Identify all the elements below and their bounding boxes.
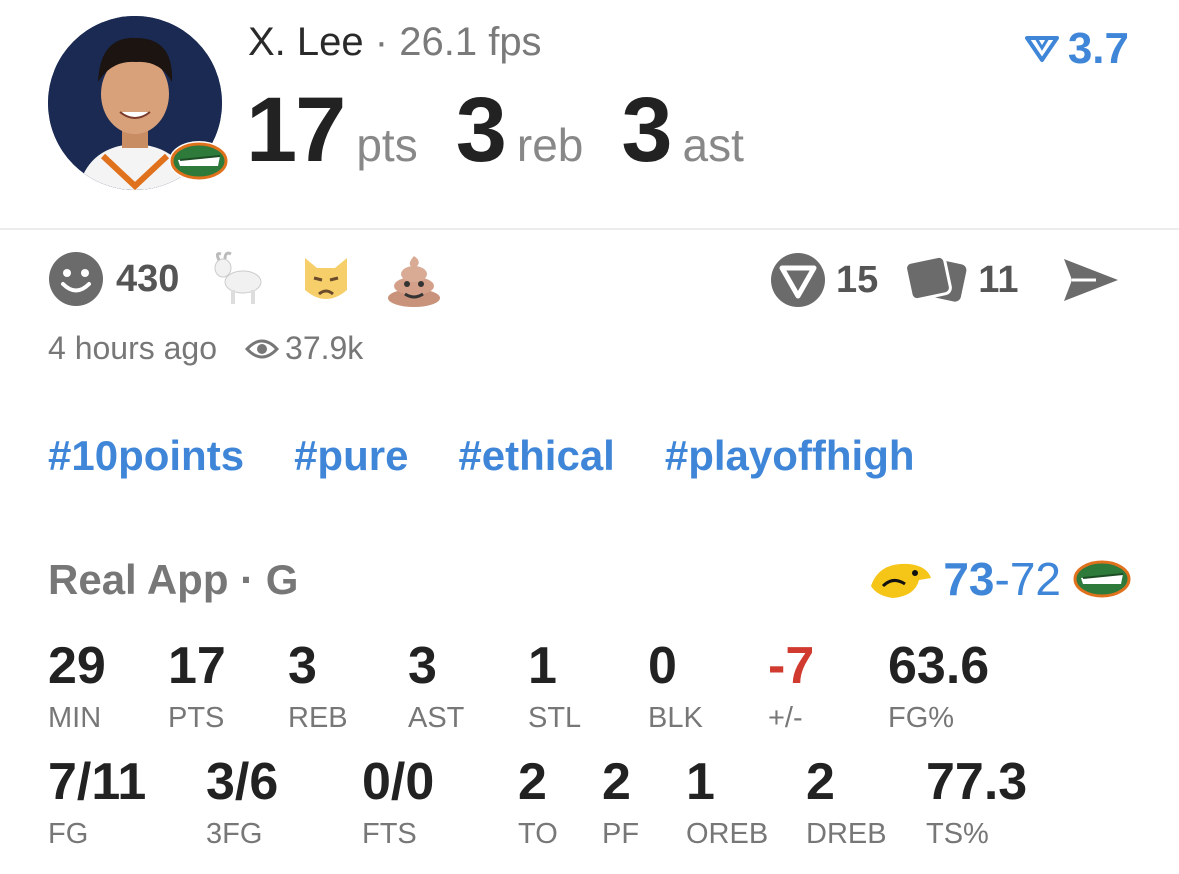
- stat-value: 2: [806, 753, 835, 811]
- stat-label: FG: [48, 818, 89, 850]
- stat-fg-pct: 63.6 FG%: [888, 640, 989, 735]
- fps-score: 26.1 fps: [399, 20, 542, 64]
- stat-value: 3/6: [206, 753, 279, 811]
- comments-count: 15: [836, 258, 879, 301]
- player-header: X. Lee · 26.1 fps: [248, 20, 542, 65]
- hashtag[interactable]: #ethical: [458, 432, 614, 480]
- stat-value: 1: [686, 753, 715, 811]
- rating-value: 3.7: [1067, 24, 1129, 73]
- away-score: 72: [1009, 553, 1061, 605]
- stat-stl: 1 STL: [528, 640, 581, 735]
- pouting-cat-emoji[interactable]: [297, 250, 355, 308]
- stat-3fg: 3/6 3FG: [206, 756, 278, 851]
- stat-label: FTS: [362, 818, 417, 850]
- reactions-bar: 430: [48, 250, 443, 308]
- home-score: 73: [943, 553, 995, 605]
- hashtag-list: #10points #pure #ethical #playoffhigh: [48, 432, 965, 480]
- stat-pts-unit: pts: [356, 119, 418, 171]
- stat-to: 2 TO: [518, 756, 558, 851]
- stat-label: +/-: [768, 702, 803, 734]
- stat-value: 77.3: [926, 753, 1028, 811]
- stat-reb-value: 3: [455, 79, 507, 181]
- score-dash: -: [994, 553, 1010, 605]
- stat-value: 63.6: [888, 637, 990, 695]
- stat-label: PTS: [168, 702, 225, 734]
- view-count: 37.9k: [285, 330, 364, 366]
- stat-value: 3: [408, 637, 437, 695]
- player-name[interactable]: X. Lee: [248, 20, 364, 64]
- post-meta: 4 hours ago 37.9k: [48, 330, 363, 367]
- stat-label: 3FG: [206, 818, 263, 850]
- hashtag[interactable]: #pure: [294, 432, 408, 480]
- stat-fg: 7/11 FG: [48, 756, 146, 851]
- statline: 17 pts 3 reb 3 ast: [246, 78, 782, 183]
- stat-label: TO: [518, 818, 558, 850]
- divider: [0, 228, 1179, 230]
- game-title: Real App · G: [48, 556, 299, 603]
- stat-fts: 0/0 FTS: [362, 756, 434, 851]
- stat-pts-value: 17: [246, 79, 346, 181]
- hashtag[interactable]: #playoffhigh: [665, 432, 915, 480]
- stat-ast-unit: ast: [682, 119, 744, 171]
- stat-ast: 3 AST: [408, 640, 464, 735]
- eye-icon: [245, 339, 280, 358]
- game-score[interactable]: 73 - 72: [869, 552, 1131, 606]
- stat-oreb: 1 OREB: [686, 756, 768, 851]
- share-icon[interactable]: [1062, 257, 1120, 303]
- stat-label: AST: [408, 702, 465, 734]
- stat-label: MIN: [48, 702, 102, 734]
- stat-label: REB: [288, 702, 348, 734]
- stat-label: OREB: [686, 818, 769, 850]
- stat-ts-pct: 77.3 TS%: [926, 756, 1027, 851]
- team-logo-badge: [168, 140, 230, 182]
- separator: ·: [374, 20, 389, 64]
- rating-icon: [1024, 36, 1059, 62]
- stat-blk: 0 BLK: [648, 640, 703, 735]
- post-time: 4 hours ago: [48, 330, 218, 366]
- stat-ast-value: 3: [621, 79, 672, 181]
- cards-icon[interactable]: [904, 255, 970, 305]
- stat-reb: 3 REB: [288, 640, 348, 735]
- stat-value: 0: [648, 637, 677, 695]
- stat-label: PF: [602, 818, 640, 850]
- hawkeye-logo-icon: [871, 563, 932, 598]
- hashtag[interactable]: #10points: [48, 432, 244, 480]
- stat-value: 2: [518, 753, 547, 811]
- stat-reb-unit: reb: [516, 119, 584, 171]
- stat-label: DREB: [806, 818, 887, 850]
- stat-min: 29 MIN: [48, 640, 106, 735]
- stat-pf: 2 PF: [602, 756, 639, 851]
- goat-emoji[interactable]: [209, 250, 267, 308]
- stat-plus-minus: -7 +/-: [768, 640, 814, 735]
- stat-value: 3: [288, 637, 317, 695]
- stat-value: 0/0: [362, 753, 435, 811]
- cards-count: 11: [978, 258, 1019, 301]
- stat-value: -7: [768, 637, 815, 695]
- stat-pts: 17 PTS: [168, 640, 226, 735]
- poop-emoji[interactable]: [385, 250, 443, 308]
- smiley-icon[interactable]: [48, 251, 104, 307]
- stat-label: BLK: [648, 702, 703, 734]
- stat-label: STL: [528, 702, 582, 734]
- rating-badge[interactable]: 3.7: [1024, 24, 1129, 74]
- stat-value: 29: [48, 637, 106, 695]
- stat-value: 7/11: [48, 753, 147, 811]
- stat-value: 2: [602, 753, 631, 811]
- views: 37.9k: [245, 330, 363, 367]
- stat-dreb: 2 DREB: [806, 756, 887, 851]
- reaction-count: 430: [116, 257, 180, 300]
- stat-label: TS%: [926, 818, 989, 850]
- stat-value: 17: [168, 637, 226, 695]
- gator-logo-icon: [1073, 560, 1131, 598]
- comments-icon[interactable]: [770, 252, 826, 308]
- stat-label: FG%: [888, 702, 955, 734]
- stat-value: 1: [528, 637, 557, 695]
- post-actions: 15 11: [770, 252, 1120, 308]
